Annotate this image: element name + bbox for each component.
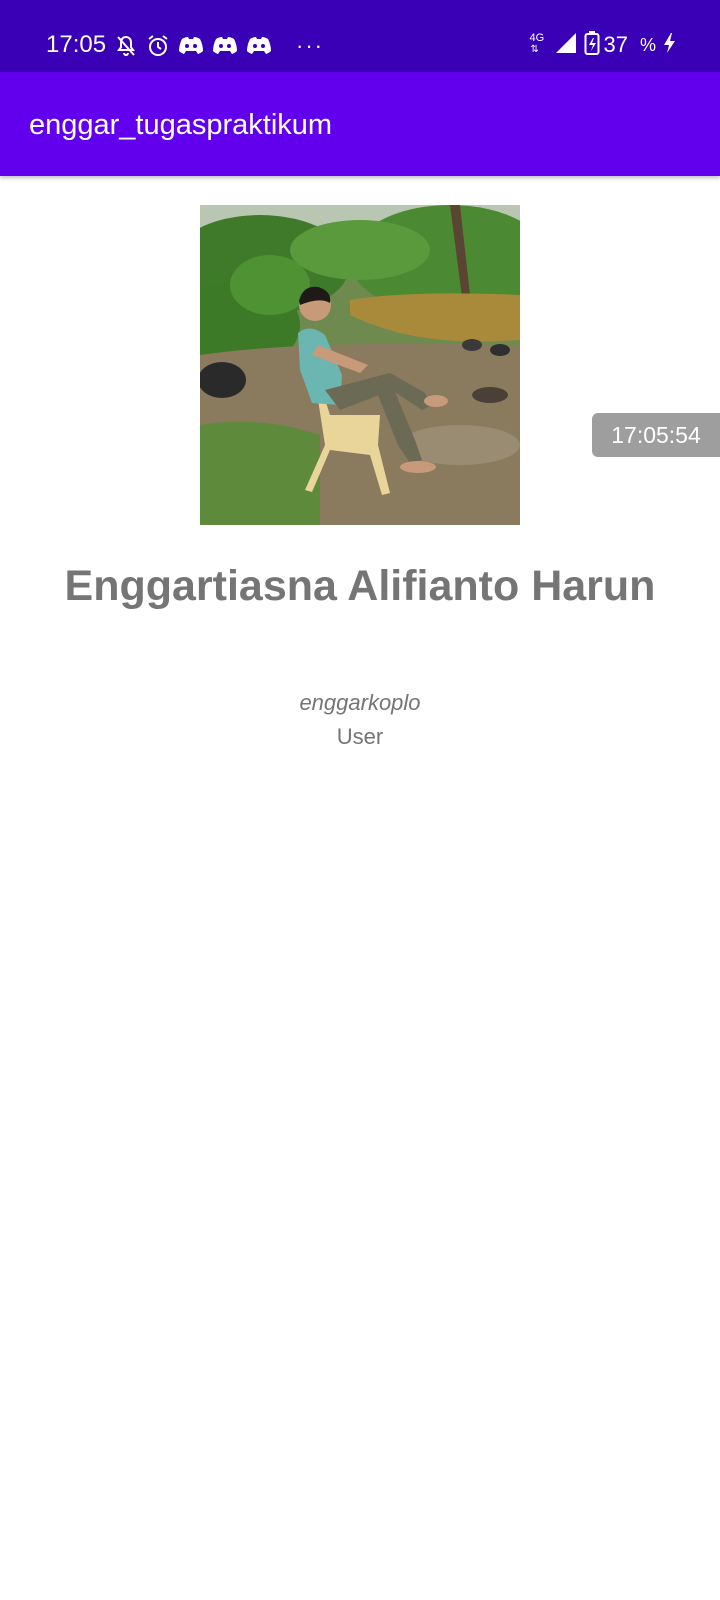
status-time: 17:05 xyxy=(46,31,107,58)
network-type-label: 4G xyxy=(529,32,545,44)
battery-percent: % xyxy=(639,35,656,55)
app-title: enggar_tugaspraktikum xyxy=(29,109,333,141)
profile-role: User xyxy=(336,724,384,749)
signal-icon xyxy=(554,31,578,60)
notification-icons: ··· xyxy=(114,32,324,60)
time-toast: 17:05:54 xyxy=(592,413,720,457)
profile-photo xyxy=(200,205,520,525)
status-bar: 17:05 ··· 4G ⇅ 37 % xyxy=(0,0,720,72)
network-type: 4G ⇅ xyxy=(530,32,548,58)
battery-level: 37 xyxy=(603,32,628,57)
bell-off-icon xyxy=(114,34,138,58)
discord-icon xyxy=(246,35,272,57)
battery-charging-icon xyxy=(584,30,600,61)
more-notifications-icon: ··· xyxy=(296,33,324,58)
discord-icon xyxy=(212,35,238,57)
alarm-icon xyxy=(146,34,170,58)
system-icons: 4G ⇅ 37 % xyxy=(530,30,677,60)
profile-username: enggarkoplo xyxy=(299,690,421,715)
profile-full-name: Enggartiasna Alifianto Harun xyxy=(64,562,656,610)
app-bar: enggar_tugaspraktikum xyxy=(0,72,720,176)
charging-bolt-icon xyxy=(662,32,676,59)
discord-icon xyxy=(178,35,204,57)
data-arrows-icon: ⇅ xyxy=(530,44,539,55)
